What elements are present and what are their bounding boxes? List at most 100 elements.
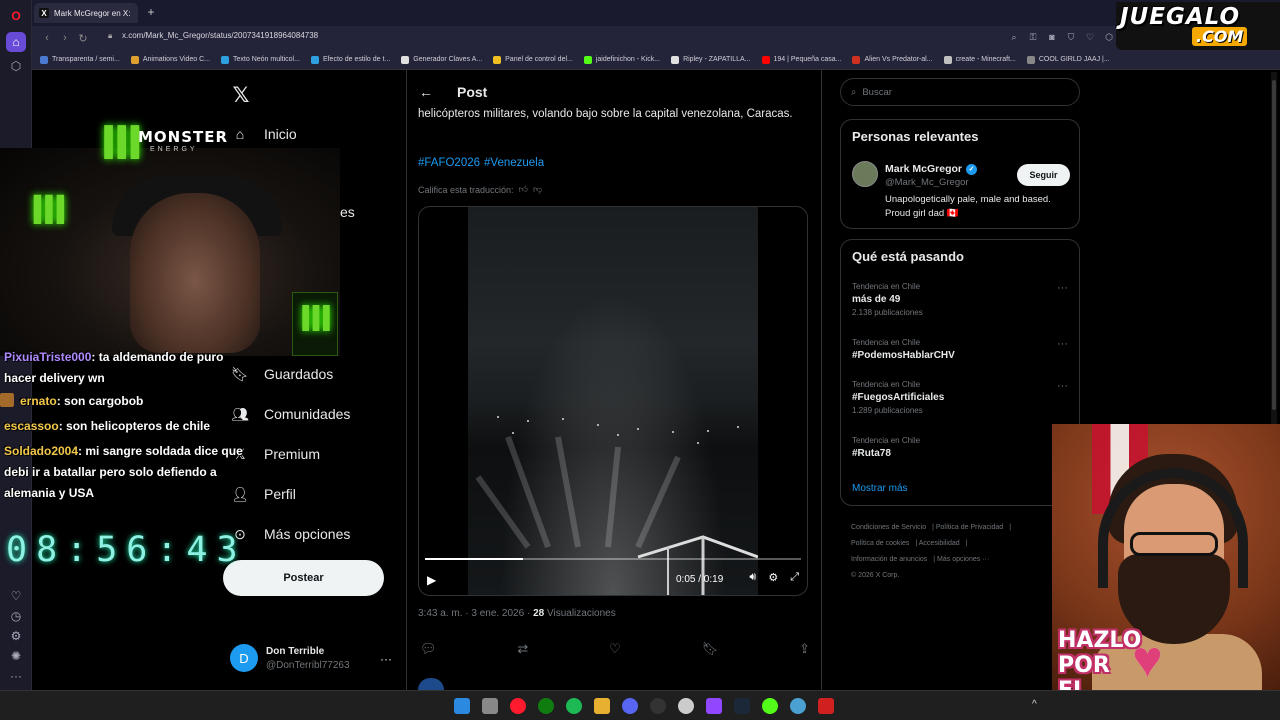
discord-icon[interactable] (622, 698, 638, 714)
bookmark-item[interactable]: Alien Vs Predator-al... (852, 55, 933, 64)
trend-item[interactable]: Tendencia en Chile más de 49 2.138 publi… (852, 282, 923, 317)
hashtag-link[interactable]: #Venezuela (484, 157, 544, 169)
home-icon[interactable]: ⌂ (6, 32, 26, 52)
nav-home[interactable]: ⌂ Inicio (230, 124, 297, 144)
relevant-person-name[interactable]: Mark McGregor ✓ (885, 163, 978, 175)
reload-icon[interactable]: ↻ (74, 29, 92, 47)
cube-icon[interactable]: ⬡ (1103, 30, 1115, 44)
footer-link[interactable]: Accesibilidad (919, 540, 960, 547)
post-button[interactable]: Postear (223, 560, 384, 596)
thumbs-down-icon[interactable]: 👎︎ (533, 184, 542, 195)
footer-link[interactable]: Política de Privacidad (936, 524, 1003, 531)
monster-can: Ⅲ (292, 292, 338, 356)
url-field[interactable]: x.com/Mark_Mc_Gregor/status/200734191896… (122, 31, 318, 40)
follow-button[interactable]: Seguir (1017, 164, 1070, 186)
new-tab-button[interactable]: + (144, 5, 158, 19)
back-icon[interactable]: ‹ (38, 29, 56, 47)
key-icon[interactable]: ⚿ (1027, 30, 1039, 44)
share-icon[interactable]: ⇪ (799, 641, 810, 657)
bookmark-item[interactable]: Generador Claves A... (401, 55, 483, 64)
kick-icon[interactable] (762, 698, 778, 714)
camera-icon[interactable]: ◙ (1046, 30, 1058, 44)
browser-icon[interactable] (790, 698, 806, 714)
app-icon[interactable] (818, 698, 834, 714)
repost-icon[interactable]: ⇄ (517, 641, 528, 657)
x-logo-icon[interactable]: 𝕏 (230, 83, 252, 107)
bookmark-item[interactable]: Transparenta / semi... (40, 55, 120, 64)
footer-link[interactable]: Información de anuncios (851, 556, 927, 563)
relevant-people-panel: Personas relevantes Mark McGregor ✓ @Mar… (840, 119, 1080, 229)
scrollbar-thumb[interactable] (1272, 80, 1276, 410)
tray-chevron-icon[interactable]: ^ (1032, 699, 1037, 710)
fullscreen-icon[interactable]: ⤢ (790, 571, 799, 584)
video-player[interactable]: ▶ 0:05 / 0:19 🔊︎ ⚙ ⤢ (418, 206, 808, 596)
pin-icon[interactable]: ⬡ (6, 56, 26, 76)
steam-icon[interactable] (734, 698, 750, 714)
footer-link[interactable]: Más opciones ··· (937, 556, 989, 563)
trend-item[interactable]: Tendencia en Chile #Ruta78 (852, 436, 920, 459)
search-icon[interactable]: ⌕ (1008, 30, 1020, 44)
heart-icon[interactable]: ♡ (6, 586, 26, 606)
tab-active[interactable]: X Mark McGregor en X: (34, 3, 138, 23)
footer-link[interactable]: Política de cookies (851, 540, 909, 547)
copyright: © 2026 X Corp. (851, 572, 900, 579)
bookmark-favicon-icon (671, 55, 680, 64)
bookmark-item[interactable]: Ripley - ZAPATILLA... (671, 55, 751, 64)
xbox-icon[interactable] (538, 698, 554, 714)
settings-icon[interactable]: ⚙ (768, 571, 778, 584)
twitch-icon[interactable] (706, 698, 722, 714)
obs-icon[interactable] (650, 698, 666, 714)
bookmark-favicon-icon (130, 55, 139, 64)
bookmark-item[interactable]: Efecto de estilo de t... (310, 55, 390, 64)
reply-icon[interactable]: 💬︎ (420, 641, 437, 657)
video-progress-bar[interactable] (425, 558, 801, 560)
trend-more-icon[interactable]: ··· (1057, 282, 1068, 294)
bookmark-label: COOL GIRLD JAAJ |... (1038, 56, 1110, 63)
bookmark-item[interactable]: Animations Video C... (130, 55, 210, 64)
tweet-timestamp[interactable]: 3:43 a. m. · 3 ene. 2026 · (418, 608, 533, 619)
play-icon[interactable]: ▶ (427, 573, 436, 587)
hazlo-line: EL (1058, 678, 1141, 690)
opera-taskbar-icon[interactable] (510, 698, 526, 714)
account-switcher[interactable]: D Don Terrible @DonTerribl77263 (230, 644, 350, 672)
trend-item[interactable]: Tendencia en Chile #PodemosHablarCHV (852, 338, 955, 361)
bookmark-item[interactable]: jaidefinichon - Kick... (583, 55, 660, 64)
nav-partial[interactable]: es (340, 204, 355, 220)
shield-icon[interactable]: ⛉ (1065, 30, 1077, 44)
like-icon[interactable]: ♡ (609, 641, 621, 657)
bookmark-icon[interactable]: ♡ (1084, 30, 1096, 44)
bookmark-favicon-icon (943, 55, 952, 64)
lightbulb-icon[interactable]: ✺ (6, 646, 26, 666)
show-more-link[interactable]: Mostrar más (852, 483, 908, 494)
bookmark-icon[interactable]: 🔖︎ (702, 641, 719, 657)
nav-more[interactable]: ⊙ Más opciones (230, 524, 350, 544)
trend-more-icon[interactable]: ··· (1057, 380, 1068, 392)
bookmark-item[interactable]: create - Minecraft... (943, 55, 1016, 64)
thumbs-up-icon[interactable]: 👍︎ (519, 184, 528, 195)
folder-icon[interactable] (594, 698, 610, 714)
bookmark-item[interactable]: COOL GIRLD JAAJ |... (1026, 55, 1110, 64)
history-icon[interactable]: ◷ (6, 606, 26, 626)
opera-logo-icon[interactable]: O (6, 6, 26, 26)
search-input[interactable]: ⌕ Buscar (840, 78, 1080, 106)
bookmark-label: Generador Claves A... (413, 56, 483, 63)
avatar[interactable] (852, 161, 878, 187)
bookmark-favicon-icon (761, 55, 770, 64)
bookmark-item[interactable]: 194 | Pequeña casa... (761, 55, 841, 64)
footer-link[interactable]: Condiciones de Servicio (851, 524, 926, 531)
back-arrow-icon[interactable]: ← (419, 84, 433, 100)
trend-more-icon[interactable]: ··· (1057, 338, 1068, 350)
volume-icon[interactable]: 🔊︎ (749, 571, 756, 584)
settings-icon[interactable]: ⚙ (6, 626, 26, 646)
chatgpt-icon[interactable] (678, 698, 694, 714)
trend-item[interactable]: Tendencia en Chile #FuegosArtificiales 1… (852, 380, 944, 415)
hashtag-link[interactable]: #FAFO2026 (418, 157, 480, 169)
account-more-icon[interactable]: ··· (380, 652, 392, 666)
more-icon[interactable]: ··· (6, 666, 26, 686)
windows-start-icon[interactable] (454, 698, 470, 714)
bookmark-item[interactable]: Panel de control del... (493, 55, 573, 64)
spotify-icon[interactable] (566, 698, 582, 714)
forward-icon[interactable]: › (56, 29, 74, 47)
bookmark-item[interactable]: Texto Neón multicol... (221, 55, 300, 64)
task-view-icon[interactable] (482, 698, 498, 714)
